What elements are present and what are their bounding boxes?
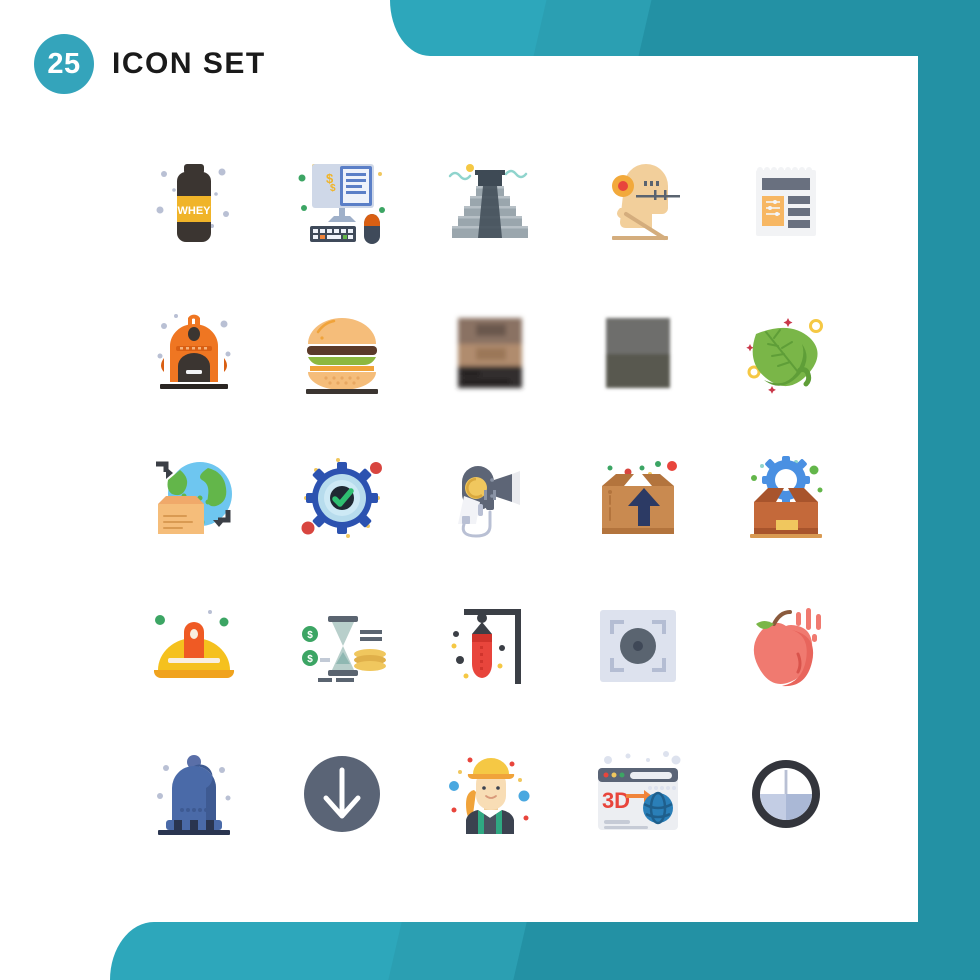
newspaper-article-icon[interactable] xyxy=(712,128,860,276)
poster-header: 25 ICON SET xyxy=(34,34,266,94)
pyramid-temple-icon[interactable] xyxy=(416,128,564,276)
svg-text:WHEY: WHEY xyxy=(178,205,212,217)
blurred-gray-square-icon[interactable] xyxy=(564,276,712,424)
peach-fruit-icon[interactable] xyxy=(712,572,860,720)
backpack-icon[interactable] xyxy=(120,276,268,424)
svg-text:$: $ xyxy=(330,183,336,194)
female-worker-icon[interactable] xyxy=(416,720,564,868)
acupuncture-head-icon[interactable] xyxy=(564,128,712,276)
hair-dryer-icon[interactable] xyxy=(416,424,564,572)
3d-browser-icon[interactable]: 3D xyxy=(564,720,712,868)
global-delivery-icon[interactable] xyxy=(120,424,268,572)
page-title: ICON SET xyxy=(112,47,266,80)
open-box-upload-icon[interactable] xyxy=(564,424,712,572)
top-banner-decoration xyxy=(390,0,950,56)
blurred-stack-square-icon[interactable] xyxy=(416,276,564,424)
svg-text:$: $ xyxy=(307,630,313,641)
svg-text:3D: 3D xyxy=(602,788,630,813)
icon-grid: WHEY $ $ $ $ 3D xyxy=(120,128,860,868)
hourglass-money-icon[interactable]: $ $ xyxy=(268,572,416,720)
bottom-banner-decoration xyxy=(110,922,950,980)
box-gear-icon[interactable] xyxy=(712,424,860,572)
whey-protein-bottle-icon[interactable]: WHEY xyxy=(120,128,268,276)
download-arrow-icon[interactable] xyxy=(268,720,416,868)
camera-focus-icon[interactable] xyxy=(564,572,712,720)
right-edge-decoration xyxy=(918,0,980,980)
svg-text:$: $ xyxy=(307,654,313,665)
hamburger-icon[interactable] xyxy=(268,276,416,424)
gear-check-icon[interactable] xyxy=(268,424,416,572)
icon-count-badge: 25 xyxy=(34,34,94,94)
online-banking-icon[interactable]: $ $ xyxy=(268,128,416,276)
icon-set-poster: 25 ICON SET WHEY $ $ $ $ 3D xyxy=(0,0,980,980)
safety-helmet-icon[interactable] xyxy=(120,572,268,720)
leaf-icon[interactable] xyxy=(712,276,860,424)
pie-timer-icon[interactable] xyxy=(712,720,860,868)
alarm-bell-icon[interactable] xyxy=(120,720,268,868)
punching-bag-icon[interactable] xyxy=(416,572,564,720)
